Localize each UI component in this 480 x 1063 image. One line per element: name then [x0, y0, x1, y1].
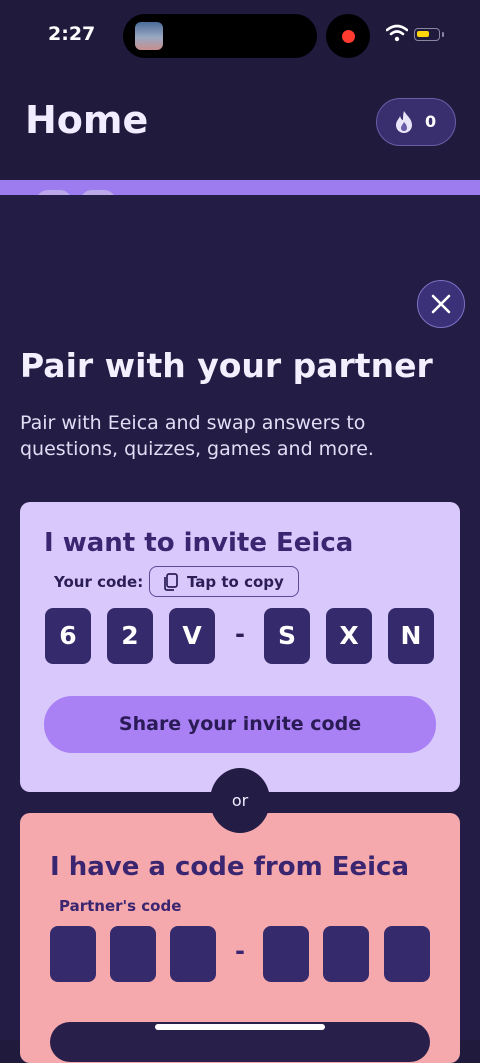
code-separator: - — [235, 937, 245, 965]
partner-code-input[interactable] — [50, 926, 96, 982]
recording-indicator — [326, 14, 370, 58]
home-accent-banner — [0, 180, 480, 196]
status-time: 2:27 — [48, 23, 96, 45]
invite-code-char: S — [264, 608, 310, 664]
wifi-icon — [386, 24, 408, 42]
sheet-title: Pair with your partner — [20, 346, 433, 385]
home-indicator — [155, 1024, 325, 1030]
battery-icon — [414, 28, 440, 41]
partner-code-input[interactable] — [263, 926, 309, 982]
dynamic-island — [123, 14, 317, 58]
invite-code-char: X — [326, 608, 372, 664]
status-bar: 2:27 — [0, 0, 480, 72]
recording-dot-icon — [342, 30, 355, 43]
or-divider: or — [210, 768, 270, 833]
invite-code-char: 2 — [107, 608, 153, 664]
partner-code-input[interactable] — [323, 926, 369, 982]
sheet-description: Pair with Eeica and swap answers to ques… — [20, 412, 374, 460]
partner-code-input[interactable] — [384, 926, 430, 982]
streak-button[interactable]: 0 — [376, 98, 456, 146]
partner-code-input[interactable] — [170, 926, 216, 982]
share-invite-button[interactable]: Share your invite code — [44, 696, 436, 753]
copy-label: Tap to copy — [187, 573, 284, 591]
streak-count: 0 — [425, 112, 437, 131]
partner-title: I have a code from Eeica — [50, 852, 409, 882]
invite-code-char: N — [388, 608, 434, 664]
media-thumbnail — [135, 22, 163, 50]
partner-code-label: Partner's code — [59, 897, 182, 915]
your-code-label: Your code: — [54, 573, 144, 591]
invite-title: I want to invite Eeica — [44, 528, 354, 558]
copy-code-button[interactable]: Tap to copy — [149, 566, 299, 597]
close-button[interactable] — [417, 280, 465, 328]
code-separator: - — [235, 620, 245, 648]
partner-code-input[interactable] — [110, 926, 156, 982]
flame-icon — [396, 111, 412, 133]
close-icon — [431, 294, 451, 314]
copy-icon — [164, 573, 178, 591]
invite-code-char: 6 — [45, 608, 91, 664]
invite-code-char: V — [169, 608, 215, 664]
page-title: Home — [25, 98, 149, 142]
